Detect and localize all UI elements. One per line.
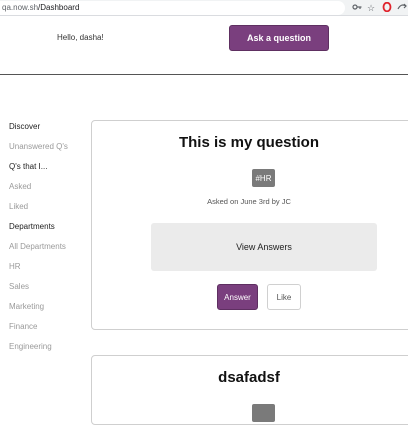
like-button[interactable]: Like <box>267 284 301 310</box>
app-header: Hello, dasha! Ask a question <box>0 17 408 75</box>
department-tag[interactable]: #HR <box>252 169 275 187</box>
sidebar-heading-departments: Departments <box>9 222 55 231</box>
sidebar-item-all-departments[interactable]: All Departments <box>9 242 66 251</box>
sidebar-item-marketing[interactable]: Marketing <box>9 302 44 311</box>
question-card: This is my question #HR Asked on June 3r… <box>91 120 408 330</box>
question-title: This is my question <box>178 134 320 151</box>
url-path: /Dashboard <box>38 3 80 12</box>
ask-question-button[interactable]: Ask a question <box>229 25 329 51</box>
sidebar-item-engineering[interactable]: Engineering <box>9 342 52 351</box>
sidebar-item-finance[interactable]: Finance <box>9 322 37 331</box>
sidebar-heading-qs-that-i: Q's that I... <box>9 162 48 171</box>
key-icon[interactable] <box>351 2 363 14</box>
sidebar-item-sales[interactable]: Sales <box>9 282 29 291</box>
sidebar-item-unanswered[interactable]: Unanswered Q's <box>9 142 68 151</box>
answer-button[interactable]: Answer <box>217 284 258 310</box>
address-bar[interactable]: qa.now.sh/Dashboard <box>0 1 345 15</box>
question-card: dsafadsf <box>91 355 408 425</box>
greeting-text: Hello, dasha! <box>57 33 104 42</box>
extension-icon[interactable] <box>396 2 408 14</box>
question-meta: Asked on June 3rd by JC <box>207 197 291 206</box>
sidebar-item-liked[interactable]: Liked <box>9 202 28 211</box>
star-icon[interactable]: ☆ <box>365 2 377 14</box>
view-answers-button[interactable]: View Answers <box>151 223 377 271</box>
department-tag[interactable] <box>252 404 275 422</box>
sidebar-heading-discover: Discover <box>9 122 41 131</box>
sidebar-item-asked[interactable]: Asked <box>9 182 31 191</box>
browser-toolbar: qa.now.sh/Dashboard ☆ <box>0 0 408 16</box>
sidebar-item-hr[interactable]: HR <box>9 262 21 271</box>
url-host: qa.now.sh <box>2 3 39 12</box>
opera-icon[interactable] <box>381 1 393 14</box>
question-title: dsafadsf <box>218 369 280 386</box>
